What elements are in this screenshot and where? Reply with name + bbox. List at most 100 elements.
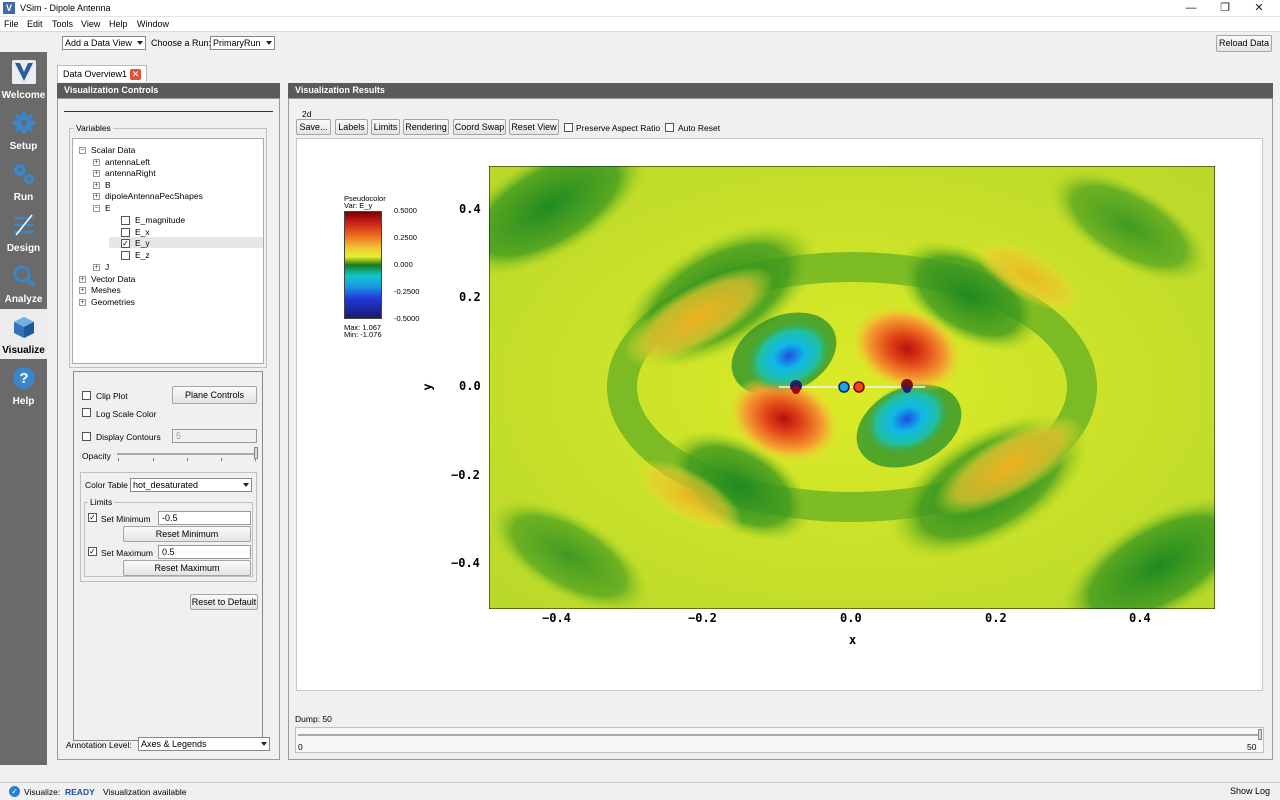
- checkbox-e-x[interactable]: [121, 228, 130, 237]
- tree-item[interactable]: J: [105, 262, 109, 272]
- expand-icon[interactable]: +: [79, 276, 86, 283]
- tree-meshes[interactable]: Meshes: [91, 285, 121, 295]
- save-button[interactable]: Save...: [296, 119, 331, 135]
- menu-view[interactable]: View: [81, 19, 100, 29]
- color-table-label: Color Table: [85, 480, 128, 490]
- nav-setup[interactable]: Setup: [0, 105, 47, 155]
- nav-visualize[interactable]: Visualize: [0, 309, 47, 359]
- expand-icon[interactable]: +: [93, 170, 100, 177]
- contours-spinbox[interactable]: 5: [172, 429, 257, 443]
- tab-data-overview[interactable]: Data Overview1 ✕: [57, 65, 147, 82]
- legend-var: Var: E_y: [344, 201, 373, 210]
- x-tick-label: −0.2: [688, 611, 717, 625]
- expand-icon[interactable]: +: [93, 193, 100, 200]
- menu-window[interactable]: Window: [137, 19, 169, 29]
- tree-leaf[interactable]: E_magnitude: [135, 215, 185, 225]
- tree-item[interactable]: antennaRight: [105, 168, 156, 178]
- divider: [64, 111, 273, 112]
- menu-edit[interactable]: Edit: [27, 19, 43, 29]
- tree-item[interactable]: B: [105, 180, 111, 190]
- show-log-button[interactable]: Show Log: [1228, 784, 1272, 800]
- menu-file[interactable]: File: [4, 19, 19, 29]
- collapse-icon[interactable]: −: [79, 147, 86, 154]
- set-maximum-checkbox[interactable]: ✓: [88, 547, 97, 556]
- nav-analyze[interactable]: Analyze: [0, 258, 47, 308]
- log-scale-checkbox[interactable]: [82, 408, 91, 417]
- opacity-slider-handle[interactable]: [254, 447, 258, 459]
- reload-data-button[interactable]: Reload Data: [1216, 35, 1272, 52]
- reset-maximum-button[interactable]: Reset Maximum: [123, 560, 251, 576]
- chevron-down-icon: [137, 41, 143, 45]
- dump-slider[interactable]: [298, 734, 1260, 736]
- tree-leaf[interactable]: E_z: [135, 250, 150, 260]
- expand-icon[interactable]: +: [79, 299, 86, 306]
- reset-to-default-button[interactable]: Reset to Default: [190, 594, 258, 610]
- clip-plot-checkbox[interactable]: [82, 391, 91, 400]
- checkbox-e-y[interactable]: ✓: [121, 239, 130, 248]
- maximum-input[interactable]: 0.5: [158, 545, 251, 559]
- opacity-label: Opacity: [82, 451, 111, 461]
- expand-icon[interactable]: +: [93, 159, 100, 166]
- coord-swap-button[interactable]: Coord Swap: [453, 119, 506, 135]
- color-table-combo[interactable]: hot_desaturated: [130, 478, 252, 492]
- tree-geometries[interactable]: Geometries: [91, 297, 135, 307]
- labels-button[interactable]: Labels: [335, 119, 368, 135]
- auto-reset-checkbox[interactable]: [665, 123, 674, 132]
- minimize-button[interactable]: —: [1176, 0, 1206, 17]
- display-contours-checkbox[interactable]: [82, 432, 91, 441]
- visualization-canvas[interactable]: Pseudocolor Var: E_y 0.5000 0.2500 0.000…: [296, 138, 1263, 691]
- dump-slider-handle[interactable]: [1258, 729, 1262, 740]
- group-2d-label: 2d: [302, 109, 312, 119]
- menu-help[interactable]: Help: [109, 19, 128, 29]
- nav-design[interactable]: Design: [0, 207, 47, 257]
- collapse-icon[interactable]: −: [93, 205, 100, 212]
- limits-button[interactable]: Limits: [371, 119, 400, 135]
- opacity-slider[interactable]: [117, 453, 257, 455]
- chevron-down-icon: [261, 742, 267, 746]
- rendering-button[interactable]: Rendering: [403, 119, 449, 135]
- restore-button[interactable]: ❐: [1210, 0, 1240, 17]
- tree-vector-data[interactable]: Vector Data: [91, 274, 135, 284]
- color-table-group: Color Table hot_desaturated Limits ✓ Set…: [80, 472, 257, 582]
- field-plot: [489, 166, 1215, 609]
- checkbox-e-magnitude[interactable]: [121, 216, 130, 225]
- annotation-level-combo[interactable]: Axes & Legends: [138, 737, 270, 751]
- reset-minimum-button[interactable]: Reset Minimum: [123, 526, 251, 542]
- dump-max-label: 50: [1247, 742, 1257, 752]
- status-bar: ✓ Visualize: READY Visualization availab…: [0, 782, 1280, 800]
- svg-text:?: ?: [19, 370, 28, 387]
- close-tab-icon[interactable]: ✕: [130, 69, 141, 80]
- tree-scalar-data[interactable]: Scalar Data: [91, 145, 135, 155]
- y-tick-label: 0.4: [459, 202, 481, 216]
- plane-controls-button[interactable]: Plane Controls: [172, 386, 257, 404]
- legend-tick: -0.2500: [394, 287, 420, 296]
- minimum-input[interactable]: -0.5: [158, 511, 251, 525]
- reset-view-button[interactable]: Reset View: [509, 119, 559, 135]
- tree-item[interactable]: dipoleAntennaPecShapes: [105, 191, 203, 201]
- expand-icon[interactable]: +: [93, 264, 100, 271]
- checkbox-e-z[interactable]: [121, 251, 130, 260]
- nav-welcome[interactable]: Welcome: [0, 54, 47, 104]
- nav-help[interactable]: ? Help: [0, 360, 47, 410]
- close-window-button[interactable]: ✕: [1244, 0, 1274, 17]
- design-icon: [12, 213, 36, 237]
- set-minimum-checkbox[interactable]: ✓: [88, 513, 97, 522]
- run-combo[interactable]: PrimaryRun: [210, 36, 275, 50]
- expand-icon[interactable]: +: [93, 182, 100, 189]
- tree-item-e[interactable]: E: [105, 203, 111, 213]
- tree-leaf[interactable]: E_x: [135, 227, 150, 237]
- menu-tools[interactable]: Tools: [52, 19, 73, 29]
- display-contours-label: Display Contours: [96, 432, 161, 442]
- variables-tree[interactable]: − Scalar Data + antennaLeft + antennaRig…: [72, 138, 264, 364]
- preserve-aspect-checkbox[interactable]: [564, 123, 573, 132]
- vsim-app-icon: V: [3, 2, 15, 14]
- expand-icon[interactable]: +: [79, 287, 86, 294]
- window-title: VSim - Dipole Antenna: [20, 3, 111, 13]
- tree-leaf[interactable]: E_y: [135, 238, 150, 248]
- add-data-view-combo[interactable]: Add a Data View: [62, 36, 146, 50]
- gear-icon: [12, 111, 36, 135]
- x-tick-label: 0.4: [1129, 611, 1151, 625]
- tree-item[interactable]: antennaLeft: [105, 157, 150, 167]
- nav-run[interactable]: Run: [0, 156, 47, 206]
- y-tick-label: −0.4: [451, 556, 480, 570]
